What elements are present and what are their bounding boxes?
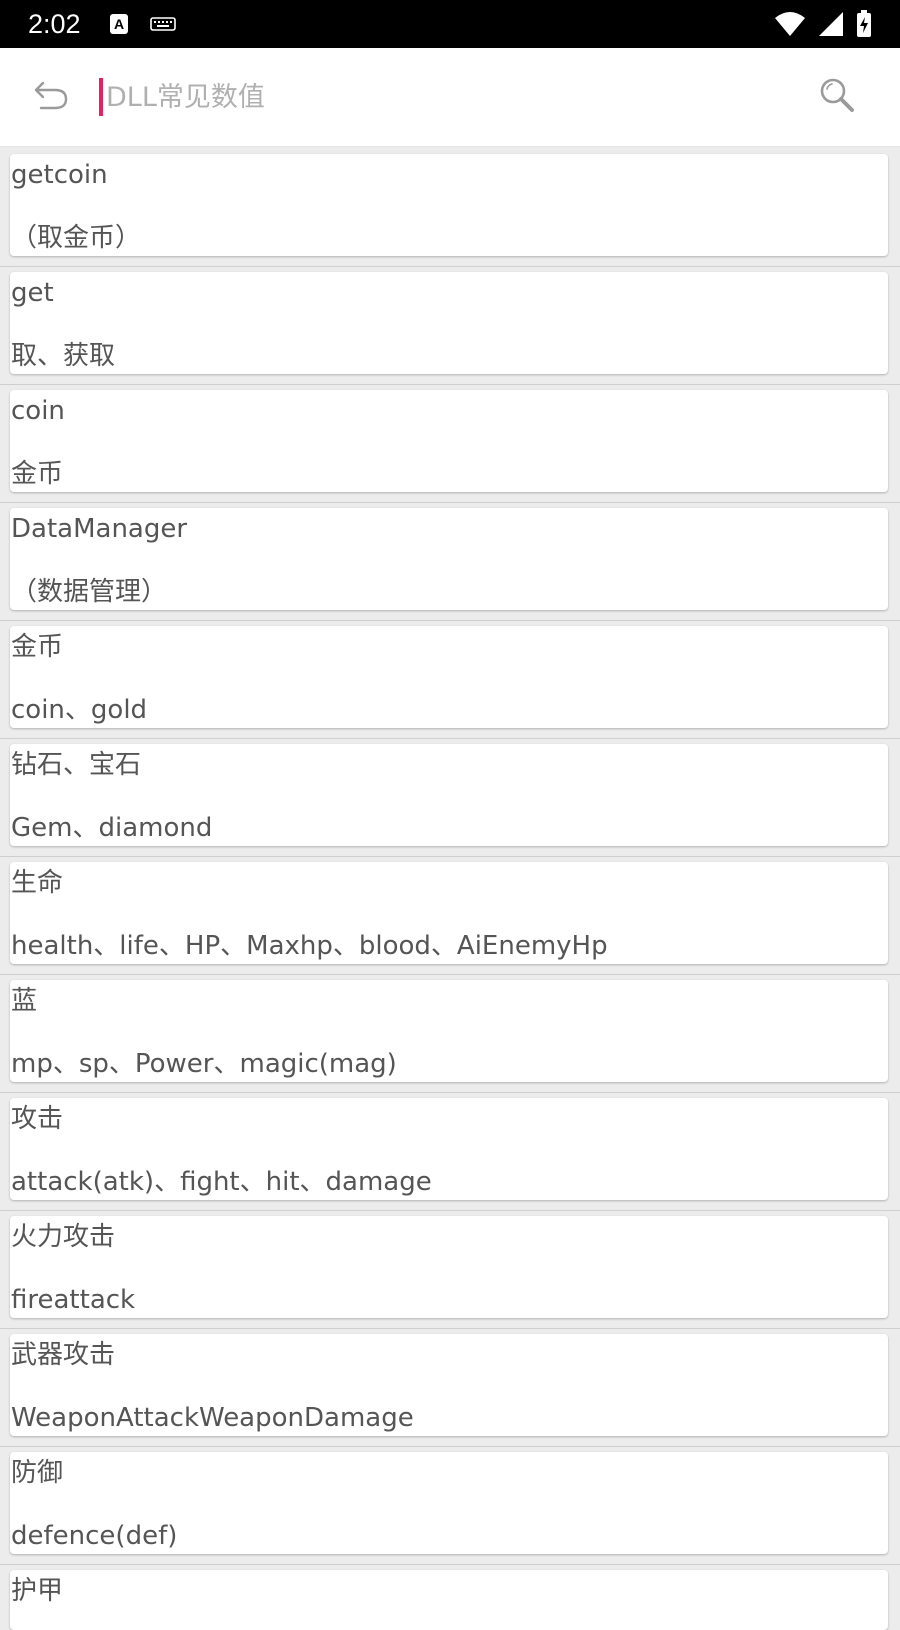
list-item-desc: coin、gold bbox=[11, 695, 148, 725]
list-item-title: 钻石、宝石 bbox=[11, 750, 142, 780]
list-item-title: 蓝 bbox=[11, 986, 38, 1016]
list-item-card[interactable]: 钻石、宝石 Gem、diamond bbox=[10, 744, 888, 846]
app-bar bbox=[0, 48, 900, 147]
list-item-title: coin bbox=[11, 396, 65, 426]
wifi-icon bbox=[774, 11, 806, 41]
list-item: 攻击 attack(atk)、fight、hit、damage bbox=[0, 1092, 900, 1211]
list-item-desc: defence(def) bbox=[11, 1521, 178, 1551]
list-item-card[interactable]: DataManager （数据管理） bbox=[10, 508, 888, 610]
list-item: 钻石、宝石 Gem、diamond bbox=[0, 738, 900, 857]
magnifier-icon bbox=[818, 76, 856, 118]
list-item: getcoin （取金币） bbox=[0, 148, 900, 267]
list-item-card[interactable]: 护甲 bbox=[10, 1570, 888, 1630]
keyboard-icon bbox=[150, 16, 176, 35]
list-item-title: 火力攻击 bbox=[11, 1222, 116, 1252]
back-button[interactable] bbox=[28, 74, 74, 120]
list-item-title: 武器攻击 bbox=[11, 1340, 116, 1370]
list-item-title: 金币 bbox=[11, 632, 64, 662]
list-item-title: 防御 bbox=[11, 1458, 64, 1488]
list-item-card[interactable]: 蓝 mp、sp、Power、magic(mag) bbox=[10, 980, 888, 1082]
list-item-title: DataManager bbox=[11, 514, 188, 544]
list-item-desc: （取金币） bbox=[11, 223, 142, 253]
a-notification-icon: A bbox=[110, 14, 128, 34]
list-item: 蓝 mp、sp、Power、magic(mag) bbox=[0, 974, 900, 1093]
list-item-desc: health、life、HP、Maxhp、blood、AiEnemyHp bbox=[11, 931, 608, 961]
list-item-desc: attack(atk)、fight、hit、damage bbox=[11, 1167, 432, 1197]
list-item: 护甲 bbox=[0, 1564, 900, 1630]
list-item-desc: mp、sp、Power、magic(mag) bbox=[11, 1049, 397, 1079]
list-item: 金币 coin、gold bbox=[0, 620, 900, 739]
undo-arrow-icon bbox=[33, 79, 69, 115]
list-item-card[interactable]: get 取、获取 bbox=[10, 272, 888, 374]
list-item-card[interactable]: 武器攻击 WeaponAttackWeaponDamage bbox=[10, 1334, 888, 1436]
list-item-desc: 金币 bbox=[11, 459, 64, 489]
list-item: 武器攻击 WeaponAttackWeaponDamage bbox=[0, 1328, 900, 1447]
search-button[interactable] bbox=[814, 74, 860, 120]
list-item-card[interactable]: getcoin （取金币） bbox=[10, 154, 888, 256]
status-bar: 2:02 A bbox=[0, 0, 900, 48]
list-item-card[interactable]: 攻击 attack(atk)、fight、hit、damage bbox=[10, 1098, 888, 1200]
list-item-title: getcoin bbox=[11, 160, 108, 190]
list-item-desc: WeaponAttackWeaponDamage bbox=[11, 1403, 414, 1433]
cell-signal-icon bbox=[818, 11, 844, 41]
list-item: get 取、获取 bbox=[0, 266, 900, 385]
list-item-desc: 取、获取 bbox=[11, 341, 116, 371]
status-icons bbox=[774, 10, 872, 42]
list-item: 火力攻击 fireattack bbox=[0, 1210, 900, 1329]
status-time: 2:02 bbox=[28, 9, 81, 39]
list-item-card[interactable]: 生命 health、life、HP、Maxhp、blood、AiEnemyHp bbox=[10, 862, 888, 964]
list-item: 生命 health、life、HP、Maxhp、blood、AiEnemyHp bbox=[0, 856, 900, 975]
list-item-title: 攻击 bbox=[11, 1104, 64, 1134]
list-item: coin 金币 bbox=[0, 384, 900, 503]
list-item-title: 护甲 bbox=[11, 1576, 64, 1606]
list-item: DataManager （数据管理） bbox=[0, 502, 900, 621]
list-item-desc: Gem、diamond bbox=[11, 813, 213, 843]
list-item-title: 生命 bbox=[11, 868, 64, 898]
list-item-title: get bbox=[11, 278, 54, 308]
list-item-card[interactable]: 防御 defence(def) bbox=[10, 1452, 888, 1554]
list-item-card[interactable]: coin 金币 bbox=[10, 390, 888, 492]
list-item-card[interactable]: 火力攻击 fireattack bbox=[10, 1216, 888, 1318]
list-item: 防御 defence(def) bbox=[0, 1446, 900, 1565]
list-item-desc: fireattack bbox=[11, 1285, 136, 1315]
list-item-desc: （数据管理） bbox=[11, 577, 168, 607]
search-input[interactable] bbox=[100, 78, 786, 116]
list-item-card[interactable]: 金币 coin、gold bbox=[10, 626, 888, 728]
battery-charging-icon bbox=[856, 10, 872, 42]
